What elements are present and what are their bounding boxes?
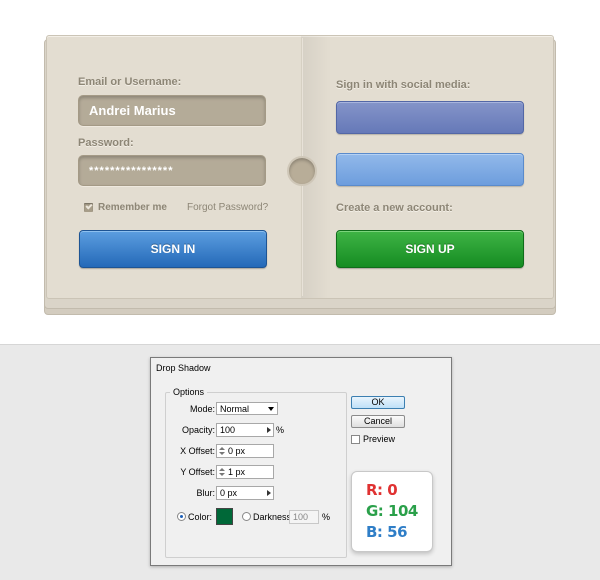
spinner-icon[interactable] <box>219 468 225 477</box>
mode-label: Mode: <box>189 404 215 414</box>
social-login-button-2[interactable] <box>336 153 524 186</box>
password-label: Password: <box>78 137 134 149</box>
mode-value: Normal <box>220 404 250 414</box>
mode-select[interactable]: Normal <box>216 402 278 415</box>
dialog-title: Drop Shadow <box>156 363 211 373</box>
forgot-password-link[interactable]: Forgot Password? <box>187 202 268 213</box>
paper-stack: Email or Username: Andrei Marius Passwor… <box>44 33 556 315</box>
remember-me-checkbox[interactable] <box>84 203 93 212</box>
red-value: R: 0 <box>366 481 398 499</box>
sign-up-button[interactable]: SIGN UP <box>336 230 524 268</box>
darkness-unit: % <box>322 512 331 522</box>
x-offset-input[interactable]: 0 px <box>216 444 274 458</box>
email-label: Email or Username: <box>78 76 182 88</box>
dropdown-arrow-icon <box>268 407 274 411</box>
preview-checkbox[interactable] <box>351 435 360 444</box>
blur-label: Blur: <box>196 488 215 498</box>
shadow-color-swatch[interactable] <box>216 508 233 525</box>
remember-me-label: Remember me <box>98 202 167 213</box>
darkness-value: 100 <box>293 512 309 522</box>
login-mockup-panel: Email or Username: Andrei Marius Passwor… <box>0 0 600 345</box>
darkness-label: Darkness: <box>253 512 294 522</box>
x-offset-label: X Offset: <box>180 446 215 456</box>
color-radio[interactable] <box>177 512 186 521</box>
spinner-icon[interactable] <box>219 447 225 456</box>
opacity-unit: % <box>276 425 285 435</box>
opacity-label: Opacity: <box>181 425 215 435</box>
social-media-label: Sign in with social media: <box>336 79 471 91</box>
options-group-label: Options <box>170 387 208 397</box>
y-offset-label: Y Offset: <box>180 467 215 477</box>
blur-input[interactable]: 0 px <box>216 486 274 500</box>
email-field[interactable]: Andrei Marius <box>78 95 266 126</box>
color-label: Color: <box>188 512 213 522</box>
divider-circle <box>287 156 317 186</box>
blur-value: 0 px <box>220 488 238 498</box>
sign-in-button[interactable]: SIGN IN <box>79 230 267 268</box>
y-offset-input[interactable]: 1 px <box>216 465 274 479</box>
preview-label: Preview <box>363 434 396 444</box>
password-field[interactable]: **************** <box>78 155 266 186</box>
darkness-input[interactable]: 100 <box>289 510 319 524</box>
cancel-button[interactable]: Cancel <box>351 415 405 428</box>
opacity-input[interactable]: 100 <box>216 423 274 437</box>
blue-value: B: 56 <box>366 523 408 541</box>
darkness-radio[interactable] <box>242 512 251 521</box>
y-offset-value: 1 px <box>228 467 246 477</box>
login-card: Email or Username: Andrei Marius Passwor… <box>46 35 555 299</box>
slider-arrow-icon[interactable] <box>267 427 271 433</box>
social-login-button-1[interactable] <box>336 101 524 134</box>
opacity-value: 100 <box>220 425 236 435</box>
rgb-values-card: R: 0 G: 104 B: 56 <box>351 471 433 552</box>
x-offset-value: 0 px <box>228 446 246 456</box>
create-account-label: Create a new account: <box>336 202 453 214</box>
ok-button[interactable]: OK <box>351 396 405 409</box>
drop-shadow-dialog: Drop Shadow Options Mode: Normal Opacity… <box>150 357 452 566</box>
green-value: G: 104 <box>366 502 418 520</box>
slider-arrow-icon[interactable] <box>267 490 271 496</box>
